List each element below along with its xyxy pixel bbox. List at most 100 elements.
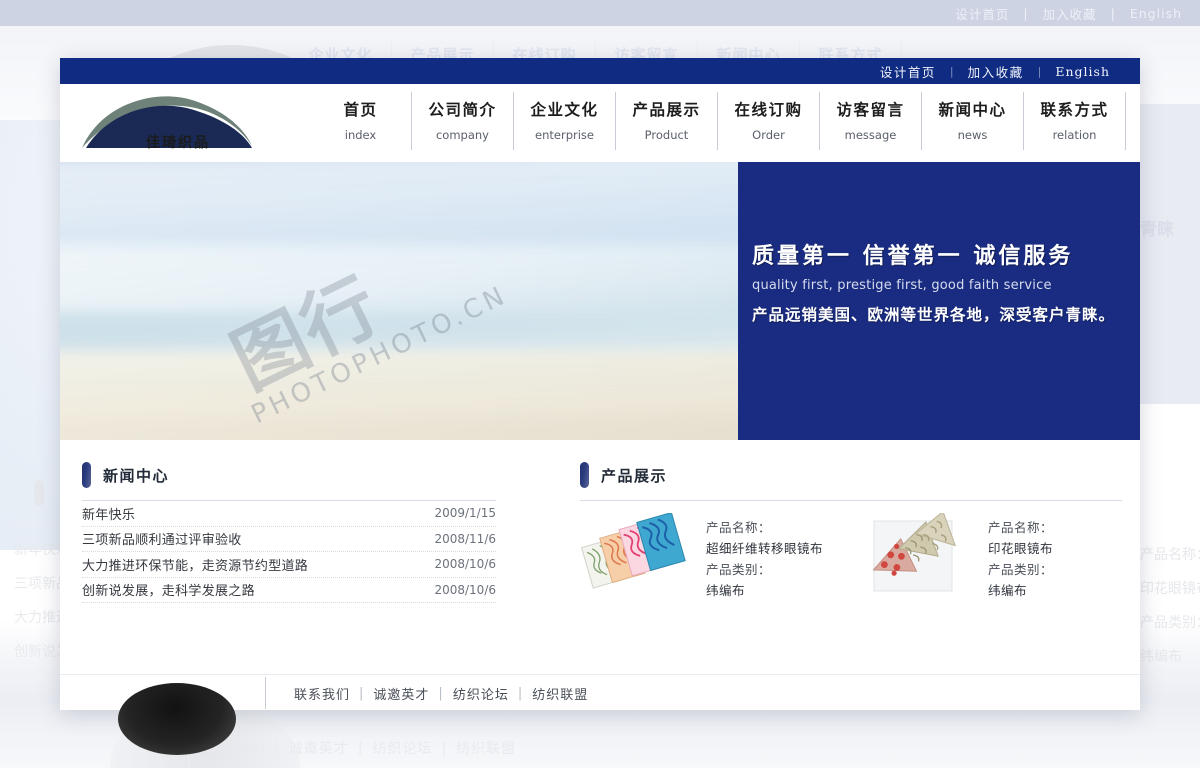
hero-slogan-panel: 质量第一 信誉第一 诚信服务 quality first, prestige f… [738, 162, 1140, 440]
product-category-value: 纬编布 [988, 583, 1028, 598]
backdrop-product-name-value: 印花眼镜布 [1140, 581, 1200, 597]
logo-text: 佳琦织品 [146, 135, 210, 151]
nav-item-order-cn: 在线订购 [734, 101, 803, 119]
news-section-header: 新闻中心 [82, 462, 496, 488]
hero-photo-blur [60, 162, 738, 440]
backdrop-product-cat-label: 产品类别： [1140, 615, 1200, 631]
printed-cloth-swatch-icon [872, 513, 957, 592]
colorful-cloth-swatch-icon [580, 513, 686, 589]
nav-item-news-cn: 新闻中心 [938, 101, 1007, 119]
footer-divider [265, 677, 266, 709]
footer-separator-1: | [359, 685, 365, 701]
news-list-item[interactable]: 新年快乐 2009/1/15 [82, 501, 496, 527]
products-grid: 产品名称： 超细纤维转移眼镜布 产品类别： 纬编布 产品名称： 印花眼镜布 产品… [580, 513, 1122, 601]
backdrop-topbar-link-1: 加入收藏 [1042, 7, 1097, 22]
product-name-value: 超细纤维转移眼镜布 [706, 541, 824, 556]
news-item-title: 大力推进环保节能，走资源节约型道路 [82, 558, 309, 574]
slogan-main-cn: 质量第一 信誉第一 诚信服务 [752, 244, 1074, 269]
news-list: 新年快乐 2009/1/15 三项新品顺利通过评审验收 2008/11/6 大力… [82, 501, 496, 603]
nav-item-news-en: news [957, 128, 988, 142]
nav-item-index[interactable]: 首页 index [310, 92, 412, 150]
nav-item-news[interactable]: 新闻中心 news [922, 92, 1024, 150]
footer-link-careers[interactable]: 诚邀英才 [373, 684, 429, 703]
news-list-item[interactable]: 创新说发展，走科学发展之路 2008/10/6 [82, 578, 496, 603]
news-section: 新闻中心 新年快乐 2009/1/15 三项新品顺利通过评审验收 2008/11… [78, 462, 496, 674]
nav-item-relation-cn: 联系方式 [1040, 101, 1109, 119]
product-category-label: 产品类别： [706, 562, 772, 577]
backdrop-product-name-label: 产品名称： [1140, 547, 1200, 563]
nav-item-product-cn: 产品展示 [632, 101, 701, 119]
backdrop-footer-sep-0: | [274, 740, 280, 756]
footer-separator-3: | [517, 685, 524, 701]
backdrop-topbar-sep-0: | [1023, 6, 1029, 21]
products-section: 产品展示 产品名称： 超细纤维转移眼镜布 产品类别： 纬编布 产品名称： 印花眼… [496, 462, 1122, 674]
news-list-item[interactable]: 三项新品顺利通过评审验收 2008/11/6 [82, 527, 496, 552]
backdrop-footer-sep-1: | [357, 740, 364, 756]
backdrop-topbar-sep-1: | [1110, 6, 1116, 21]
backdrop-footer-link-2: 纺织论坛 [372, 741, 433, 757]
nav-item-company-en: company [435, 128, 489, 142]
news-item-date: 2008/10/6 [434, 582, 496, 597]
nav-item-message[interactable]: 访客留言 message [820, 92, 922, 150]
link-english[interactable]: English [1041, 64, 1124, 79]
backdrop-banner-text: 青睐 [1140, 215, 1200, 245]
link-set-homepage[interactable]: 设计首页 [866, 62, 950, 81]
nav-item-enterprise[interactable]: 企业文化 enterprise [514, 92, 616, 150]
hero-photo: 图行 PHOTOPHOTO.CN [60, 162, 738, 440]
footer-link-contact-us[interactable]: 联系我们 [294, 684, 350, 703]
link-add-favorite[interactable]: 加入收藏 [954, 62, 1038, 81]
backdrop-banner-line: 青睐 [1140, 220, 1174, 240]
product-name-label: 产品名称： [706, 520, 772, 535]
nav-item-message-cn: 访客留言 [836, 101, 905, 119]
backdrop-footer-sep-2: | [441, 740, 448, 756]
backdrop-topbar-links: 设计首页 | 加入收藏 | English [955, 4, 1182, 23]
backdrop-banner-panel [1132, 104, 1200, 404]
product-info: 产品名称： 印花眼镜布 产品类别： 纬编布 [988, 513, 1053, 601]
news-item-title: 创新说发展，走科学发展之路 [82, 584, 255, 600]
footer-separator-2: | [438, 685, 444, 701]
nav-item-order[interactable]: 在线订购 Order [718, 92, 820, 150]
footer-link-textile-forum[interactable]: 纺织论坛 [453, 684, 509, 703]
site-header: 佳琦织品 首页 index 公司简介 company 企业文化 enterpri… [60, 84, 1140, 162]
backdrop-topbar-link-0: 设计首页 [955, 7, 1010, 22]
utility-topbar: 设计首页 | 加入收藏 | English [60, 58, 1140, 84]
nav-item-product[interactable]: 产品展示 Product [616, 92, 718, 150]
nav-item-index-cn: 首页 [343, 101, 378, 119]
footer-decoration-shape [118, 683, 236, 755]
nav-item-relation[interactable]: 联系方式 relation [1024, 92, 1126, 150]
product-card[interactable]: 产品名称： 超细纤维转移眼镜布 产品类别： 纬编布 [580, 513, 840, 601]
product-thumbnail-marbled-cloth[interactable] [580, 513, 692, 599]
news-item-date: 2008/11/6 [434, 531, 496, 546]
products-section-rule [580, 500, 1122, 501]
product-info: 产品名称： 超细纤维转移眼镜布 产品类别： 纬编布 [706, 513, 823, 601]
products-section-tab-icon [580, 462, 589, 488]
product-category-label: 产品类别： [988, 562, 1054, 577]
products-section-header: 产品展示 [580, 462, 1122, 488]
product-name-value: 印花眼镜布 [988, 541, 1054, 556]
backdrop-news-tab [34, 480, 44, 506]
nav-item-company[interactable]: 公司简介 company [412, 92, 514, 150]
nav-item-relation-en: relation [1052, 128, 1097, 142]
hero-slogan-wrap: 质量第一 信誉第一 诚信服务 quality first, prestige f… [752, 238, 1142, 325]
product-thumbnail-printed-cloth[interactable] [862, 513, 974, 599]
footer-link-textile-alliance[interactable]: 纺织联盟 [532, 684, 588, 703]
products-section-title: 产品展示 [601, 466, 668, 485]
news-section-tab-icon [82, 462, 91, 488]
news-section-title: 新闻中心 [103, 466, 170, 485]
backdrop-footer-links: 联系我们 | 诚邀英才 | 纺织论坛 | 纺织联盟 [205, 738, 516, 758]
nav-item-product-en: Product [644, 128, 689, 142]
nav-item-enterprise-en: enterprise [535, 128, 594, 142]
product-name-label: 产品名称： [988, 520, 1054, 535]
backdrop-product-cat-value: 纬编布 [1140, 649, 1182, 665]
slogan-main-en: quality first, prestige first, good fait… [752, 278, 1052, 293]
hero-banner: 图行 PHOTOPHOTO.CN 质量第一 信誉第一 诚信服务 quality … [60, 162, 1140, 440]
site-logo[interactable]: 佳琦织品 [78, 90, 258, 158]
backdrop-topbar: 设计首页 | 加入收藏 | English [0, 0, 1200, 26]
news-list-item[interactable]: 大力推进环保节能，走资源节约型道路 2008/10/6 [82, 552, 496, 578]
news-item-date: 2009/1/15 [434, 506, 496, 521]
main-nav: 首页 index 公司简介 company 企业文化 enterprise 产品… [310, 92, 1126, 150]
product-card[interactable]: 产品名称： 印花眼镜布 产品类别： 纬编布 [862, 513, 1122, 601]
nav-item-company-cn: 公司简介 [428, 101, 497, 119]
site-footer: 联系我们 | 诚邀英才 | 纺织论坛 | 纺织联盟 [60, 674, 1140, 755]
nav-item-index-en: index [344, 128, 377, 142]
